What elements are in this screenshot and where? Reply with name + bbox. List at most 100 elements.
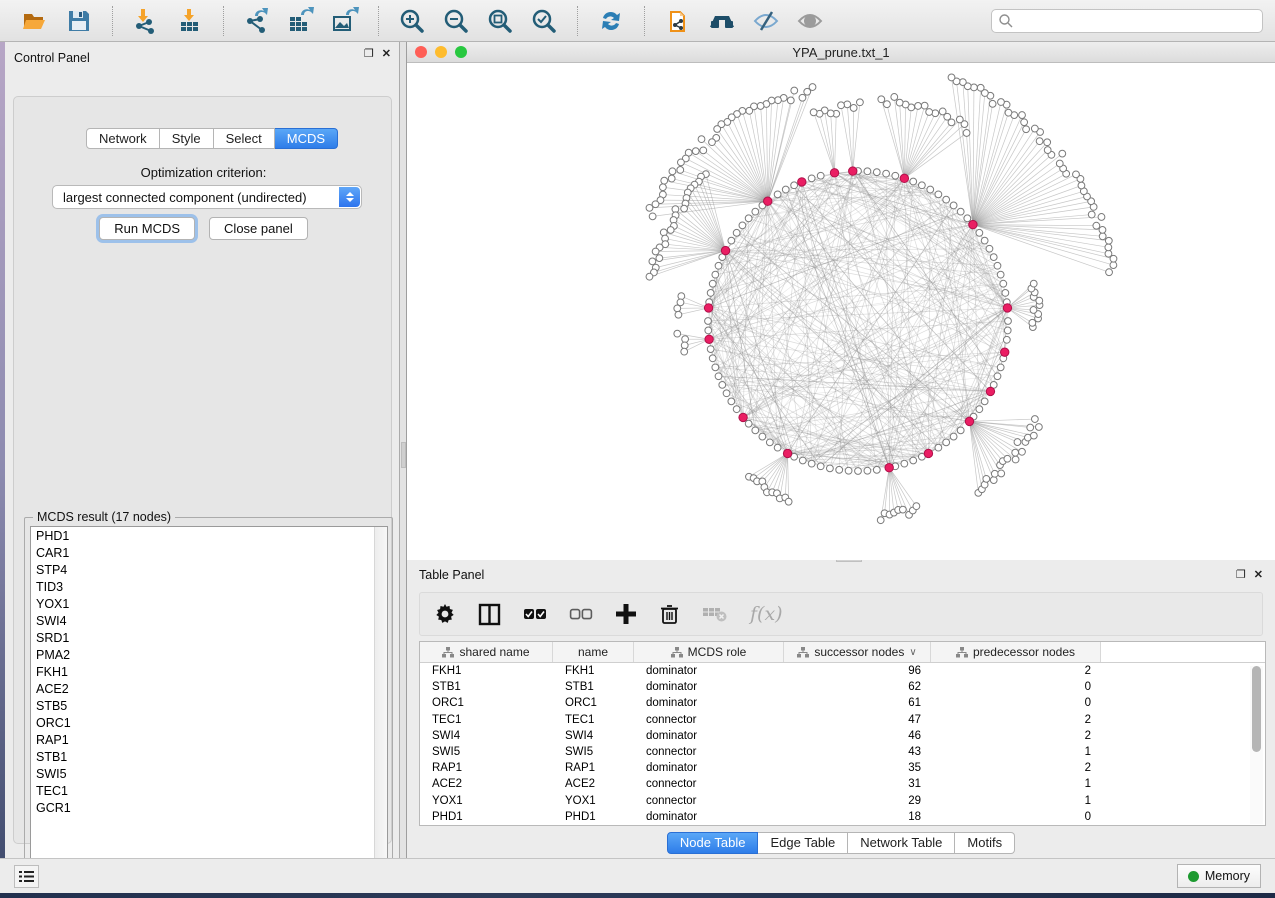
mcds-result-item[interactable]: ACE2 (31, 680, 387, 697)
table-cell: dominator (634, 681, 784, 693)
tab-node-table[interactable]: Node Table (667, 832, 759, 854)
tab-network[interactable]: Network (86, 128, 160, 149)
mcds-result-item[interactable]: STP4 (31, 561, 387, 578)
unselect-all-columns-icon[interactable] (569, 608, 593, 620)
table-row[interactable]: ORC1ORC1dominator610 (420, 695, 1265, 711)
export-image-icon[interactable] (330, 6, 360, 36)
search-binoculars-icon[interactable] (707, 6, 737, 36)
table-scrollbar[interactable] (1250, 666, 1263, 824)
delete-column-icon[interactable] (659, 603, 680, 625)
close-panel-icon[interactable]: ✕ (382, 49, 391, 60)
criterion-dropdown[interactable]: largest connected component (undirected) (52, 185, 362, 209)
table-cell: FKH1 (420, 665, 553, 677)
table-row[interactable]: PHD1PHD1dominator180 (420, 809, 1265, 825)
console-button[interactable] (14, 865, 39, 888)
table-row[interactable]: SWI5SWI5connector431 (420, 744, 1265, 760)
column-header-successor-nodes[interactable]: successor nodes∨ (784, 642, 931, 662)
vertical-splitter[interactable] (400, 42, 407, 858)
mcds-result-item[interactable]: STB1 (31, 748, 387, 765)
table-row[interactable]: FKH1FKH1dominator962 (420, 663, 1265, 679)
memory-button[interactable]: Memory (1177, 864, 1261, 888)
column-header-MCDS-role[interactable]: MCDS role (634, 642, 784, 662)
tab-style[interactable]: Style (160, 128, 214, 149)
table-cell: TEC1 (553, 714, 634, 726)
optimization-label: Optimization criterion: (14, 165, 393, 180)
close-panel-button[interactable]: Close panel (209, 217, 308, 240)
close-table-panel-icon[interactable]: ✕ (1254, 570, 1263, 581)
column-header-shared-name[interactable]: shared name (420, 642, 553, 662)
mcds-result-item[interactable]: FKH1 (31, 663, 387, 680)
export-network-icon[interactable] (242, 6, 272, 36)
zoom-in-icon[interactable] (397, 6, 427, 36)
save-session-icon[interactable] (64, 6, 94, 36)
network-window-titlebar[interactable]: YPA_prune.txt_1 (407, 42, 1275, 63)
mcds-result-item[interactable]: TEC1 (31, 782, 387, 799)
add-column-icon[interactable] (615, 603, 637, 625)
mcds-result-item[interactable]: SRD1 (31, 629, 387, 646)
open-file-icon[interactable] (20, 6, 50, 36)
mcds-result-item[interactable]: TID3 (31, 578, 387, 595)
column-header-name[interactable]: name (553, 642, 634, 662)
mcds-result-item[interactable]: SWI4 (31, 612, 387, 629)
table-cell: 0 (931, 697, 1101, 709)
table-row[interactable]: TEC1TEC1connector472 (420, 712, 1265, 728)
table-header-row: shared namenameMCDS rolesuccessor nodes∨… (420, 642, 1265, 663)
select-all-columns-icon[interactable] (523, 608, 547, 620)
table-row[interactable]: YOX1YOX1connector291 (420, 793, 1265, 809)
zoom-fit-icon[interactable] (485, 6, 515, 36)
share-document-icon[interactable] (663, 6, 693, 36)
tab-network-table[interactable]: Network Table (848, 832, 955, 854)
mcds-result-item[interactable]: ORC1 (31, 714, 387, 731)
mcds-result-list[interactable]: PHD1CAR1STP4TID3YOX1SWI4SRD1PMA2FKH1ACE2… (30, 526, 388, 882)
network-canvas[interactable] (407, 63, 1275, 560)
table-cell: 0 (931, 811, 1101, 823)
table-cell: SWI5 (553, 746, 634, 758)
mcds-result-group: MCDS result (17 nodes) PHD1CAR1STP4TID3Y… (24, 517, 393, 887)
mcds-result-item[interactable]: YOX1 (31, 595, 387, 612)
mcds-result-item[interactable]: GCR1 (31, 799, 387, 816)
hide-selected-icon[interactable] (751, 6, 781, 36)
import-table-icon[interactable] (175, 6, 205, 36)
apply-layout-icon[interactable] (596, 6, 626, 36)
export-table-icon[interactable] (286, 6, 316, 36)
table-scrollbar-thumb[interactable] (1252, 666, 1261, 752)
node-table[interactable]: shared namenameMCDS rolesuccessor nodes∨… (419, 641, 1266, 826)
mcds-result-item[interactable]: PMA2 (31, 646, 387, 663)
mcds-result-item[interactable]: RAP1 (31, 731, 387, 748)
table-cell: dominator (634, 811, 784, 823)
mcds-result-item[interactable]: PHD1 (31, 527, 387, 544)
column-header-predecessor-nodes[interactable]: predecessor nodes (931, 642, 1101, 662)
tab-motifs[interactable]: Motifs (955, 832, 1015, 854)
zoom-out-icon[interactable] (441, 6, 471, 36)
mcds-tab-content: NetworkStyleSelectMCDS Optimization crit… (13, 96, 392, 844)
float-table-panel-icon[interactable]: ❐ (1236, 570, 1246, 581)
tab-edge-table[interactable]: Edge Table (758, 832, 848, 854)
show-all-icon[interactable] (795, 6, 825, 36)
table-row[interactable]: SWI4SWI4dominator462 (420, 728, 1265, 744)
zoom-selected-icon[interactable] (529, 6, 559, 36)
table-options-gear-icon[interactable] (434, 603, 456, 625)
table-cell: 96 (784, 665, 931, 677)
tab-select[interactable]: Select (214, 128, 275, 149)
show-columns-icon[interactable] (478, 603, 501, 626)
mcds-result-item[interactable]: STB5 (31, 697, 387, 714)
tab-mcds[interactable]: MCDS (275, 128, 338, 149)
run-mcds-button[interactable]: Run MCDS (99, 217, 195, 240)
toolbar-separator (112, 6, 113, 36)
mcds-result-item[interactable]: CAR1 (31, 544, 387, 561)
function-builder-icon: f(x) (750, 603, 783, 625)
memory-status-icon (1188, 871, 1199, 882)
table-row[interactable]: RAP1RAP1dominator352 (420, 760, 1265, 776)
float-panel-icon[interactable]: ❐ (364, 49, 374, 60)
import-network-icon[interactable] (131, 6, 161, 36)
table-cell: 61 (784, 697, 931, 709)
splitter-handle[interactable] (401, 442, 406, 468)
toolbar-separator (644, 6, 645, 36)
result-scrollbar[interactable] (374, 527, 387, 881)
global-search[interactable] (991, 9, 1263, 33)
table-row[interactable]: STB1STB1dominator620 (420, 679, 1265, 695)
table-row[interactable]: ACE2ACE2connector311 (420, 776, 1265, 792)
sort-indicator-icon: ∨ (909, 647, 916, 658)
search-input[interactable] (1014, 14, 1256, 28)
mcds-result-item[interactable]: SWI5 (31, 765, 387, 782)
